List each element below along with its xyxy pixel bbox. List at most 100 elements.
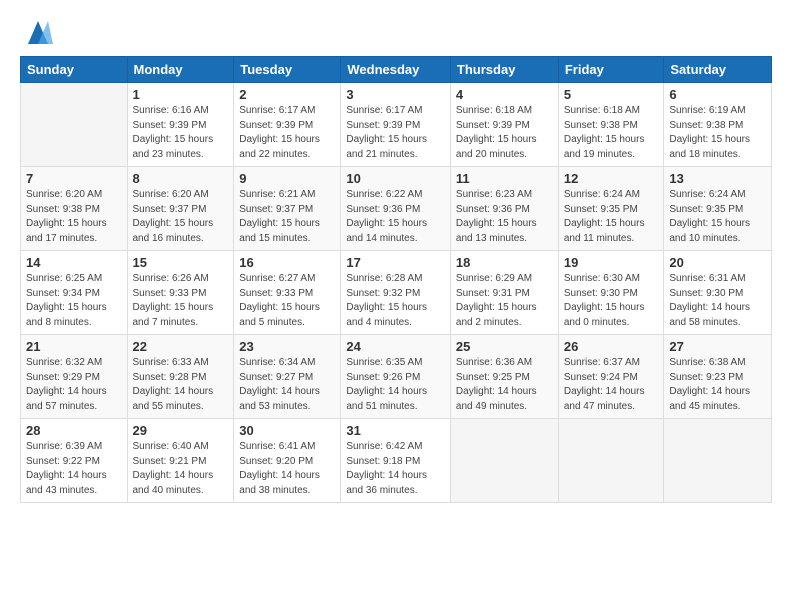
day-number: 20 [669,255,766,270]
day-of-week-header: Monday [127,57,234,83]
day-number: 31 [346,423,445,438]
day-number: 6 [669,87,766,102]
logo-icon [23,16,53,46]
day-number: 30 [239,423,335,438]
day-info: Sunrise: 6:42 AM Sunset: 9:18 PM Dayligh… [346,440,445,498]
day-info: Sunrise: 6:20 AM Sunset: 9:38 PM Dayligh… [26,188,122,246]
day-info: Sunrise: 6:30 AM Sunset: 9:30 PM Dayligh… [564,272,659,330]
calendar-cell: 4 Sunrise: 6:18 AM Sunset: 9:39 PM Daylig… [450,83,558,167]
day-number: 23 [239,339,335,354]
day-info: Sunrise: 6:31 AM Sunset: 9:30 PM Dayligh… [669,272,766,330]
calendar-cell: 15 Sunrise: 6:26 AM Sunset: 9:33 PM Dayli… [127,251,234,335]
calendar-cell: 5 Sunrise: 6:18 AM Sunset: 9:38 PM Daylig… [558,83,664,167]
day-info: Sunrise: 6:39 AM Sunset: 9:22 PM Dayligh… [26,440,122,498]
day-info: Sunrise: 6:28 AM Sunset: 9:32 PM Dayligh… [346,272,445,330]
calendar-cell: 11Sunrise: 6:23 AM Sunset: 9:36 PM Dayli… [450,167,558,251]
calendar-cell: 21Sunrise: 6:32 AM Sunset: 9:29 PM Dayli… [21,335,128,419]
logo [20,16,53,46]
day-info: Sunrise: 6:36 AM Sunset: 9:25 PM Dayligh… [456,356,553,414]
day-info: Sunrise: 6:18 AM Sunset: 9:38 PM Dayligh… [564,104,659,162]
day-info: Sunrise: 6:41 AM Sunset: 9:20 PM Dayligh… [239,440,335,498]
calendar-week-row: 7 Sunrise: 6:20 AM Sunset: 9:38 PM Daylig… [21,167,772,251]
calendar-cell: 10 Sunrise: 6:22 AM Sunset: 9:36 PM Dayli… [341,167,451,251]
day-info: Sunrise: 6:26 AM Sunset: 9:33 PM Dayligh… [133,272,229,330]
day-number: 10 [346,171,445,186]
day-number: 17 [346,255,445,270]
day-info: Sunrise: 6:32 AM Sunset: 9:29 PM Dayligh… [26,356,122,414]
day-number: 24 [346,339,445,354]
calendar-week-row: 21Sunrise: 6:32 AM Sunset: 9:29 PM Dayli… [21,335,772,419]
calendar-cell: 28Sunrise: 6:39 AM Sunset: 9:22 PM Dayli… [21,419,128,503]
calendar-cell: 27Sunrise: 6:38 AM Sunset: 9:23 PM Dayli… [664,335,772,419]
calendar-cell: 2 Sunrise: 6:17 AM Sunset: 9:39 PM Daylig… [234,83,341,167]
day-info: Sunrise: 6:22 AM Sunset: 9:36 PM Dayligh… [346,188,445,246]
day-number: 3 [346,87,445,102]
day-number: 26 [564,339,659,354]
calendar-cell: 1Sunrise: 6:16 AM Sunset: 9:39 PM Daylig… [127,83,234,167]
day-info: Sunrise: 6:24 AM Sunset: 9:35 PM Dayligh… [669,188,766,246]
calendar-cell: 18 Sunrise: 6:29 AM Sunset: 9:31 PM Dayli… [450,251,558,335]
day-number: 16 [239,255,335,270]
day-of-week-header: Saturday [664,57,772,83]
day-number: 1 [133,87,229,102]
day-number: 12 [564,171,659,186]
day-info: Sunrise: 6:21 AM Sunset: 9:37 PM Dayligh… [239,188,335,246]
day-number: 18 [456,255,553,270]
calendar-cell [664,419,772,503]
day-number: 5 [564,87,659,102]
day-info: Sunrise: 6:18 AM Sunset: 9:39 PM Dayligh… [456,104,553,162]
calendar-cell: 23Sunrise: 6:34 AM Sunset: 9:27 PM Dayli… [234,335,341,419]
day-number: 29 [133,423,229,438]
day-of-week-header: Sunday [21,57,128,83]
calendar-cell: 19 Sunrise: 6:30 AM Sunset: 9:30 PM Dayli… [558,251,664,335]
calendar-cell: 20 Sunrise: 6:31 AM Sunset: 9:30 PM Dayli… [664,251,772,335]
calendar-week-row: 1Sunrise: 6:16 AM Sunset: 9:39 PM Daylig… [21,83,772,167]
day-info: Sunrise: 6:29 AM Sunset: 9:31 PM Dayligh… [456,272,553,330]
day-number: 25 [456,339,553,354]
calendar-cell [558,419,664,503]
day-number: 22 [133,339,229,354]
calendar-cell [450,419,558,503]
day-number: 7 [26,171,122,186]
day-number: 8 [133,171,229,186]
calendar-cell: 14 Sunrise: 6:25 AM Sunset: 9:34 PM Dayli… [21,251,128,335]
calendar-cell: 25 Sunrise: 6:36 AM Sunset: 9:25 PM Dayli… [450,335,558,419]
calendar-cell: 24 Sunrise: 6:35 AM Sunset: 9:26 PM Dayli… [341,335,451,419]
calendar-cell [21,83,128,167]
day-of-week-header: Wednesday [341,57,451,83]
day-number: 2 [239,87,335,102]
day-info: Sunrise: 6:37 AM Sunset: 9:24 PM Dayligh… [564,356,659,414]
day-info: Sunrise: 6:19 AM Sunset: 9:38 PM Dayligh… [669,104,766,162]
day-number: 4 [456,87,553,102]
day-number: 15 [133,255,229,270]
header [20,16,772,46]
calendar-cell: 31 Sunrise: 6:42 AM Sunset: 9:18 PM Dayli… [341,419,451,503]
calendar-cell: 29 Sunrise: 6:40 AM Sunset: 9:21 PM Dayli… [127,419,234,503]
day-number: 14 [26,255,122,270]
calendar-cell: 17 Sunrise: 6:28 AM Sunset: 9:32 PM Dayli… [341,251,451,335]
calendar-cell: 6 Sunrise: 6:19 AM Sunset: 9:38 PM Daylig… [664,83,772,167]
day-number: 19 [564,255,659,270]
calendar-cell: 12Sunrise: 6:24 AM Sunset: 9:35 PM Dayli… [558,167,664,251]
calendar-cell: 9 Sunrise: 6:21 AM Sunset: 9:37 PM Daylig… [234,167,341,251]
day-number: 27 [669,339,766,354]
calendar-cell: 3 Sunrise: 6:17 AM Sunset: 9:39 PM Daylig… [341,83,451,167]
day-info: Sunrise: 6:35 AM Sunset: 9:26 PM Dayligh… [346,356,445,414]
calendar-table: SundayMondayTuesdayWednesdayThursdayFrid… [20,56,772,503]
day-info: Sunrise: 6:17 AM Sunset: 9:39 PM Dayligh… [346,104,445,162]
day-info: Sunrise: 6:20 AM Sunset: 9:37 PM Dayligh… [133,188,229,246]
calendar-cell: 22 Sunrise: 6:33 AM Sunset: 9:28 PM Dayli… [127,335,234,419]
calendar-cell: 26 Sunrise: 6:37 AM Sunset: 9:24 PM Dayli… [558,335,664,419]
day-of-week-header: Thursday [450,57,558,83]
day-number: 9 [239,171,335,186]
calendar-week-row: 14 Sunrise: 6:25 AM Sunset: 9:34 PM Dayli… [21,251,772,335]
day-number: 13 [669,171,766,186]
day-info: Sunrise: 6:25 AM Sunset: 9:34 PM Dayligh… [26,272,122,330]
day-info: Sunrise: 6:17 AM Sunset: 9:39 PM Dayligh… [239,104,335,162]
calendar-header-row: SundayMondayTuesdayWednesdayThursdayFrid… [21,57,772,83]
day-of-week-header: Tuesday [234,57,341,83]
calendar-cell: 13 Sunrise: 6:24 AM Sunset: 9:35 PM Dayli… [664,167,772,251]
day-info: Sunrise: 6:40 AM Sunset: 9:21 PM Dayligh… [133,440,229,498]
day-info: Sunrise: 6:33 AM Sunset: 9:28 PM Dayligh… [133,356,229,414]
day-number: 11 [456,171,553,186]
